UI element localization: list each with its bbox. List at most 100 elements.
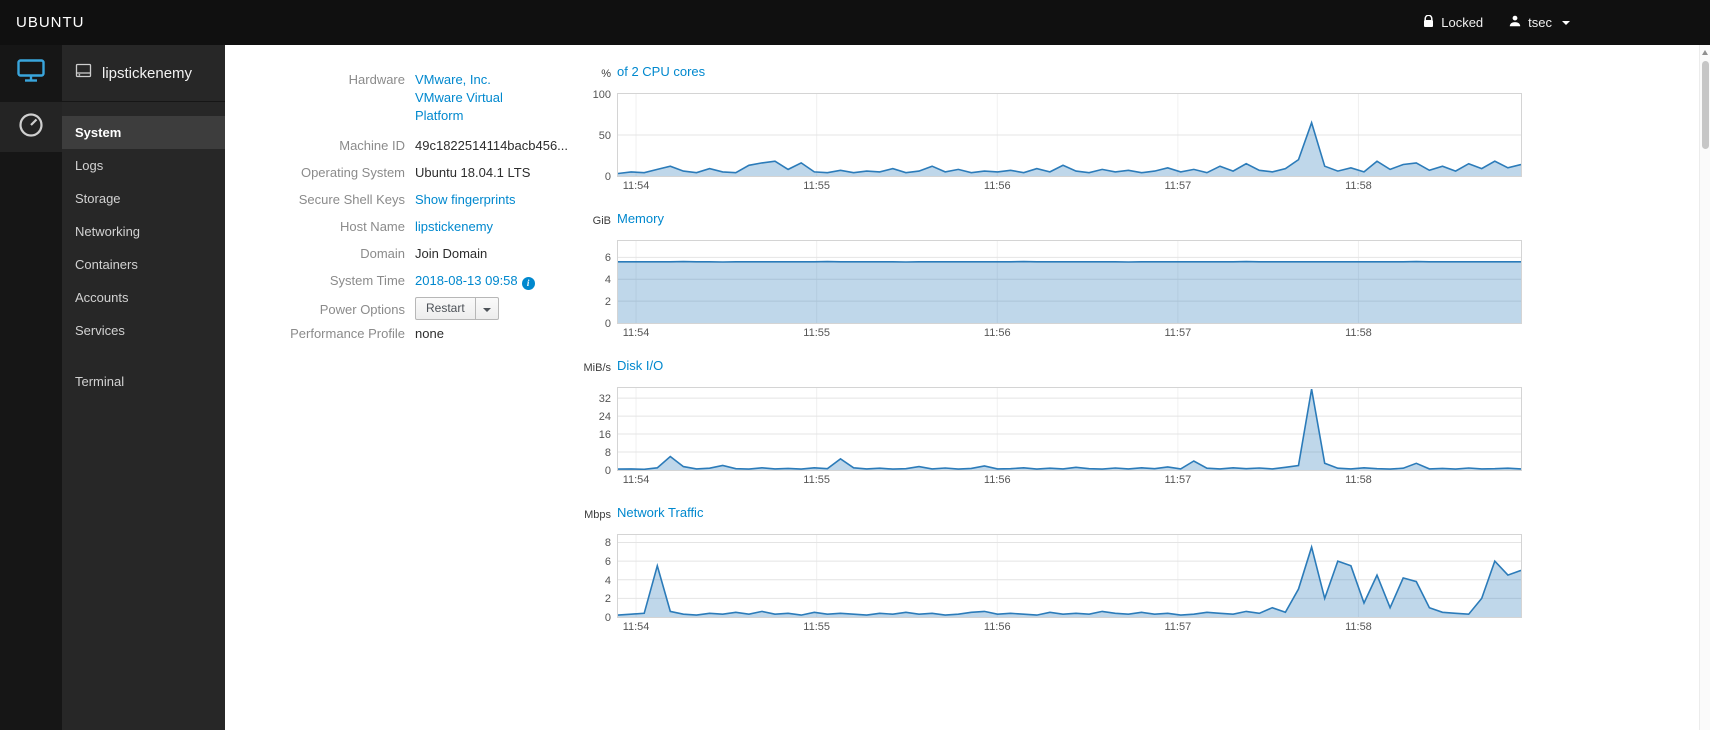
x-tick-label: 11:57 xyxy=(1164,180,1192,192)
server-icon xyxy=(17,59,45,88)
system-time-link[interactable]: 2018-08-13 09:58 xyxy=(415,273,518,288)
x-tick-label: 11:58 xyxy=(1345,180,1372,192)
chevron-down-icon xyxy=(482,308,491,312)
x-tick-label: 11:57 xyxy=(1164,474,1192,486)
x-tick-label: 11:58 xyxy=(1345,474,1372,486)
scroll-up-icon[interactable] xyxy=(1702,50,1708,55)
y-tick-label: 4 xyxy=(604,574,611,587)
y-tick-label: 6 xyxy=(604,252,611,265)
sidebar-item-services[interactable]: Services xyxy=(62,314,225,347)
top-navbar: UBUNTU Locked tsec xyxy=(0,0,1710,45)
machine-id-value: 49c1822514114bacb456... xyxy=(415,138,569,153)
chart-svg xyxy=(618,94,1521,176)
network-unit-label: Mbps xyxy=(584,509,611,521)
sidebar-menu: System Logs Storage Networking Containers Acc… xyxy=(62,102,225,398)
host-name-link[interactable]: lipstickenemy xyxy=(415,218,493,236)
performance-profile-value: none xyxy=(415,326,444,341)
sidebar-item-containers[interactable]: Containers xyxy=(62,248,225,281)
show-fingerprints-link[interactable]: Show fingerprints xyxy=(415,191,515,209)
y-tick-label: 2 xyxy=(604,296,611,309)
app-icon-strip xyxy=(0,45,62,730)
hostname-label: lipstickenemy xyxy=(102,64,193,82)
x-tick-label: 11:55 xyxy=(803,621,831,633)
gauge-icon xyxy=(17,111,45,144)
sidebar-item-storage[interactable]: Storage xyxy=(62,182,225,215)
sidebar-item-terminal[interactable]: Terminal xyxy=(62,365,225,398)
y-tick-label: 24 xyxy=(598,411,611,424)
chart-area xyxy=(618,389,1521,470)
main-content: Hardware VMware, Inc. VMware Virtual Pla… xyxy=(225,45,1710,730)
sidebar-item-networking[interactable]: Networking xyxy=(62,215,225,248)
restart-button[interactable]: Restart xyxy=(415,297,476,320)
x-tick-label: 11:54 xyxy=(622,327,650,339)
disk-io-title-link[interactable]: Disk I/O xyxy=(617,358,663,373)
system-info: Hardware VMware, Inc. VMware Virtual Pla… xyxy=(225,45,617,730)
lock-status-button[interactable]: Locked xyxy=(1423,14,1484,31)
secure-shell-keys-label: Secure Shell Keys xyxy=(298,192,405,207)
cpu-title-link[interactable]: of 2 CPU cores xyxy=(617,64,705,79)
power-dropdown-toggle[interactable] xyxy=(475,297,499,320)
y-tick-label: 8 xyxy=(604,537,611,550)
y-tick-label: 100 xyxy=(592,89,611,101)
x-tick-label: 11:56 xyxy=(983,474,1011,486)
x-tick-label: 11:58 xyxy=(1345,621,1372,633)
y-tick-label: 0 xyxy=(604,318,611,330)
chevron-down-icon xyxy=(1562,20,1570,25)
domain-value: Join Domain xyxy=(415,246,488,261)
x-tick-label: 11:54 xyxy=(622,474,650,486)
hardware-link[interactable]: VMware, Inc. VMware Virtual Platform xyxy=(415,71,537,125)
power-options-split-button: Restart xyxy=(415,297,499,320)
sidebar: lipstickenemy System Logs Storage Networkin… xyxy=(62,45,225,730)
user-label: tsec xyxy=(1528,15,1552,30)
x-tick-label: 11:57 xyxy=(1164,327,1192,339)
chart-svg xyxy=(618,241,1521,323)
disk-io-chart: MiB/s Disk I/O 0 8 16 24 32 11:54 11:55 11:56 11… xyxy=(584,358,1522,486)
x-tick-label: 11:56 xyxy=(983,180,1011,192)
user-icon xyxy=(1509,15,1521,30)
disk-io-unit-label: MiB/s xyxy=(583,362,612,374)
operating-system-label: Operating System xyxy=(300,165,405,180)
sidebar-item-system[interactable]: System xyxy=(62,116,225,149)
performance-profile-label: Performance Profile xyxy=(290,326,405,341)
disk-io-plot: 0 8 16 24 32 11:54 11:55 11:56 11:57 11:58 xyxy=(599,387,1522,486)
y-tick-label: 50 xyxy=(598,130,611,142)
chart-svg xyxy=(618,535,1521,617)
operating-system-value: Ubuntu 18.04.1 LTS xyxy=(415,165,531,180)
machine-id-label: Machine ID xyxy=(339,138,405,153)
scrollbar-thumb[interactable] xyxy=(1701,61,1709,149)
brand-label: UBUNTU xyxy=(16,14,85,31)
network-plot: 0 2 4 6 8 11:54 11:55 11:56 11:57 11:58 xyxy=(605,534,1522,633)
x-tick-label: 11:55 xyxy=(803,327,831,339)
scrollbar[interactable] xyxy=(1699,45,1710,730)
network-title-link[interactable]: Network Traffic xyxy=(617,505,703,520)
x-tick-label: 11:55 xyxy=(803,180,831,192)
x-tick-label: 11:56 xyxy=(983,621,1011,633)
y-tick-label: 0 xyxy=(604,171,611,183)
charts-panel: % of 2 CPU cores 0 50 100 11:54 11:55 11:56 11… xyxy=(584,45,1525,730)
sidebar-item-accounts[interactable]: Accounts xyxy=(62,281,225,314)
memory-chart: GiB Memory 0 2 4 6 11:54 11:55 11:56 11:57 11:58 xyxy=(593,211,1522,339)
y-tick-label: 4 xyxy=(604,274,611,287)
x-tick-label: 11:54 xyxy=(622,180,650,192)
dashboard-nav-icon-button[interactable] xyxy=(0,102,62,152)
host-icon xyxy=(75,62,92,84)
user-menu[interactable]: tsec xyxy=(1509,15,1570,30)
chart-line xyxy=(618,388,1521,470)
memory-plot: 0 2 4 6 11:54 11:55 11:56 11:57 11:58 xyxy=(605,240,1522,339)
cpu-plot: 0 50 100 11:54 11:55 11:56 11:57 11:58 xyxy=(593,89,1522,192)
chart-area xyxy=(618,261,1521,323)
system-time-label: System Time xyxy=(329,273,405,288)
lock-label: Locked xyxy=(1441,15,1484,30)
host-nav-icon-button[interactable] xyxy=(0,45,62,102)
y-tick-label: 2 xyxy=(604,593,611,606)
chart-area xyxy=(618,547,1521,617)
host-header[interactable]: lipstickenemy xyxy=(62,45,225,102)
memory-title-link[interactable]: Memory xyxy=(617,211,664,226)
x-tick-label: 11:55 xyxy=(803,474,831,486)
y-tick-label: 0 xyxy=(604,612,611,624)
x-tick-label: 11:56 xyxy=(983,327,1011,339)
hardware-label: Hardware xyxy=(348,72,405,87)
y-tick-label: 8 xyxy=(604,447,611,460)
sidebar-item-logs[interactable]: Logs xyxy=(62,149,225,182)
info-icon[interactable]: i xyxy=(521,277,535,290)
